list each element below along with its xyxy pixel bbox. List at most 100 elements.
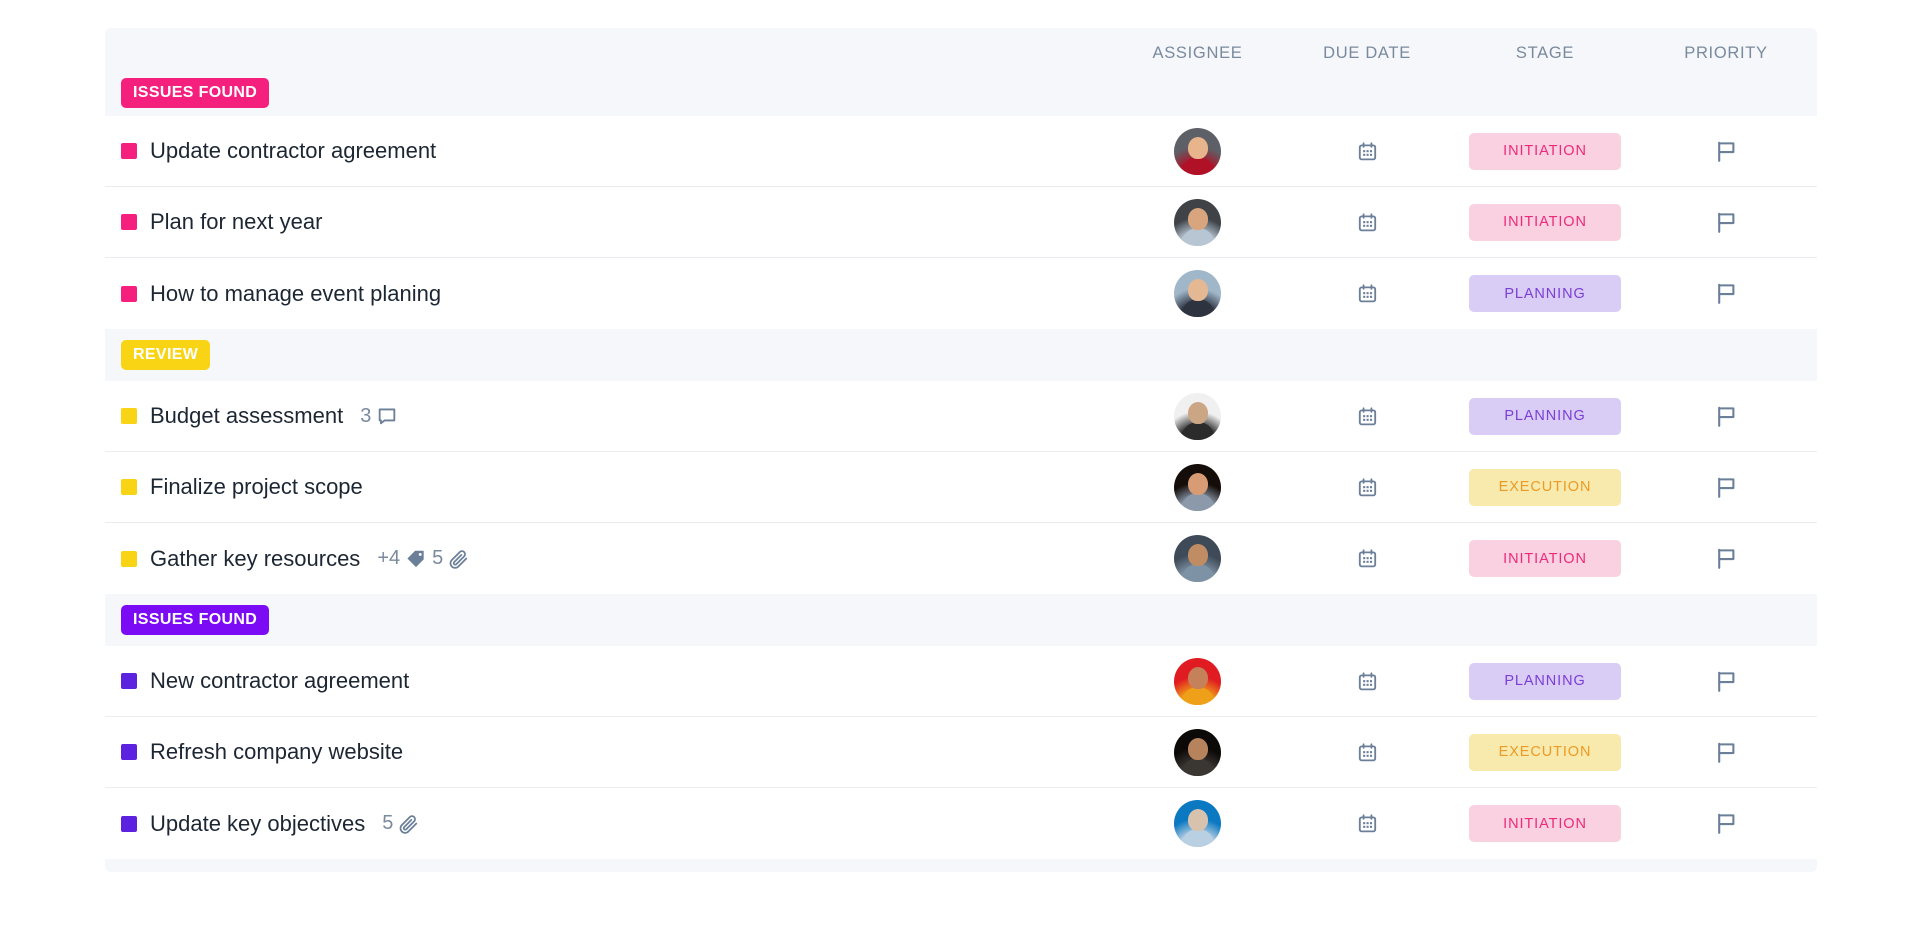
task-name-cell[interactable]: Update key objectives 5	[121, 811, 1116, 837]
task-name-cell[interactable]: How to manage event planing	[121, 281, 1116, 307]
status-badge-execution[interactable]: EXECUTION	[1469, 468, 1621, 506]
assignee-cell[interactable]	[1116, 728, 1279, 776]
column-header-priority[interactable]: PRIORITY	[1635, 44, 1817, 63]
column-header-assignee[interactable]: ASSIGNEE	[1116, 44, 1279, 63]
table-row-3-2[interactable]: Refresh company website EXECUTION	[105, 717, 1817, 788]
flag-icon[interactable]	[1714, 139, 1739, 164]
avatar[interactable]	[1174, 270, 1221, 317]
stage-cell[interactable]: INITIATION	[1455, 540, 1635, 577]
due-date-cell[interactable]	[1279, 813, 1455, 834]
calendar-icon[interactable]	[1357, 813, 1378, 834]
assignee-cell[interactable]	[1116, 463, 1279, 511]
assignee-cell[interactable]	[1116, 535, 1279, 582]
calendar-icon[interactable]	[1357, 141, 1378, 162]
due-date-cell[interactable]	[1279, 406, 1455, 427]
calendar-icon[interactable]	[1357, 406, 1378, 427]
assignee-cell[interactable]	[1116, 800, 1279, 847]
assignee-cell[interactable]	[1116, 657, 1279, 705]
task-name-cell[interactable]: Refresh company website	[121, 739, 1116, 765]
column-header-stage[interactable]: STAGE	[1455, 44, 1635, 63]
flag-icon[interactable]	[1714, 811, 1739, 836]
task-name-cell[interactable]: Gather key resources +4 5	[121, 546, 1116, 572]
priority-cell[interactable]	[1635, 139, 1817, 164]
table-row-3-1[interactable]: New contractor agreement PLANNING	[105, 646, 1817, 717]
calendar-icon[interactable]	[1357, 212, 1378, 233]
status-badge-planning[interactable]: PLANNING	[1469, 275, 1621, 312]
status-badge-initiation[interactable]: INITIATION	[1469, 132, 1621, 170]
assignee-cell[interactable]	[1116, 270, 1279, 317]
due-date-cell[interactable]	[1279, 212, 1455, 233]
table-row-1-1[interactable]: Update contractor agreement INITIATION	[105, 116, 1817, 187]
status-badge-initiation[interactable]: INITIATION	[1469, 203, 1621, 241]
due-date-cell[interactable]	[1279, 477, 1455, 498]
column-header-due-date[interactable]: DUE DATE	[1279, 44, 1455, 63]
priority-cell[interactable]	[1635, 404, 1817, 429]
calendar-icon[interactable]	[1357, 671, 1378, 692]
flag-icon[interactable]	[1714, 281, 1739, 306]
calendar-icon[interactable]	[1357, 477, 1378, 498]
due-date-cell[interactable]	[1279, 141, 1455, 162]
stage-cell[interactable]: EXECUTION	[1455, 733, 1635, 771]
status-badge-execution[interactable]: EXECUTION	[1469, 733, 1621, 771]
priority-cell[interactable]	[1635, 811, 1817, 836]
due-date-cell[interactable]	[1279, 671, 1455, 692]
group-label-chip-3[interactable]: ISSUES FOUND	[121, 605, 270, 635]
comment-icon[interactable]	[376, 405, 398, 427]
flag-icon[interactable]	[1714, 210, 1739, 235]
stage-cell[interactable]: INITIATION	[1455, 805, 1635, 842]
status-badge-planning[interactable]: PLANNING	[1469, 662, 1621, 700]
avatar[interactable]	[1174, 728, 1221, 776]
avatar[interactable]	[1174, 800, 1221, 847]
status-badge-initiation[interactable]: INITIATION	[1469, 540, 1621, 577]
avatar[interactable]	[1174, 463, 1221, 511]
table-row-2-3[interactable]: Gather key resources +4 5 INITIATION	[105, 523, 1817, 594]
avatar[interactable]	[1174, 198, 1221, 246]
calendar-icon[interactable]	[1357, 742, 1378, 763]
stage-cell[interactable]: PLANNING	[1455, 275, 1635, 312]
table-row-1-2[interactable]: Plan for next year INITIATION	[105, 187, 1817, 258]
task-name-cell[interactable]: Plan for next year	[121, 209, 1116, 235]
assignee-cell[interactable]	[1116, 198, 1279, 246]
calendar-icon[interactable]	[1357, 283, 1378, 304]
flag-icon[interactable]	[1714, 404, 1739, 429]
flag-icon[interactable]	[1714, 475, 1739, 500]
flag-icon[interactable]	[1714, 546, 1739, 571]
stage-cell[interactable]: PLANNING	[1455, 397, 1635, 435]
avatar[interactable]	[1174, 535, 1221, 582]
priority-cell[interactable]	[1635, 475, 1817, 500]
task-name-cell[interactable]: New contractor agreement	[121, 668, 1116, 694]
status-badge-planning[interactable]: PLANNING	[1469, 397, 1621, 435]
task-name-cell[interactable]: Update contractor agreement	[121, 138, 1116, 164]
tag-icon[interactable]	[405, 548, 427, 570]
avatar[interactable]	[1174, 657, 1221, 705]
priority-cell[interactable]	[1635, 546, 1817, 571]
task-name-cell[interactable]: Budget assessment 3	[121, 403, 1116, 429]
assignee-cell[interactable]	[1116, 127, 1279, 175]
due-date-cell[interactable]	[1279, 742, 1455, 763]
priority-cell[interactable]	[1635, 740, 1817, 765]
due-date-cell[interactable]	[1279, 548, 1455, 569]
group-label-chip-1[interactable]: ISSUES FOUND	[121, 78, 270, 108]
priority-cell[interactable]	[1635, 669, 1817, 694]
assignee-cell[interactable]	[1116, 392, 1279, 440]
table-row-1-3[interactable]: How to manage event planing PLANNING	[105, 258, 1817, 329]
status-badge-initiation[interactable]: INITIATION	[1469, 805, 1621, 842]
due-date-cell[interactable]	[1279, 283, 1455, 304]
priority-cell[interactable]	[1635, 281, 1817, 306]
table-row-3-3[interactable]: Update key objectives 5 INITIATION	[105, 788, 1817, 859]
stage-cell[interactable]: EXECUTION	[1455, 468, 1635, 506]
flag-icon[interactable]	[1714, 740, 1739, 765]
stage-cell[interactable]: INITIATION	[1455, 132, 1635, 170]
avatar[interactable]	[1174, 127, 1221, 175]
attachment-icon[interactable]	[398, 813, 420, 835]
stage-cell[interactable]: INITIATION	[1455, 203, 1635, 241]
group-label-chip-2[interactable]: REVIEW	[121, 340, 211, 370]
stage-cell[interactable]: PLANNING	[1455, 662, 1635, 700]
flag-icon[interactable]	[1714, 669, 1739, 694]
table-row-2-2[interactable]: Finalize project scope EXECUTION	[105, 452, 1817, 523]
table-row-2-1[interactable]: Budget assessment 3 PLANNING	[105, 381, 1817, 452]
avatar[interactable]	[1174, 392, 1221, 440]
attachment-icon[interactable]	[448, 548, 470, 570]
task-name-cell[interactable]: Finalize project scope	[121, 474, 1116, 500]
calendar-icon[interactable]	[1357, 548, 1378, 569]
